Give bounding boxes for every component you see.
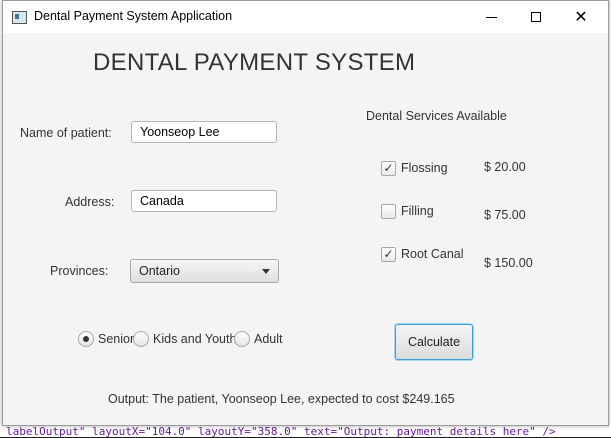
- close-button[interactable]: ✕: [558, 1, 604, 33]
- province-select-value: Ontario: [139, 264, 180, 278]
- check-icon: ✓: [383, 247, 394, 261]
- address-field[interactable]: Canada: [131, 190, 277, 212]
- minimize-button[interactable]: [468, 1, 514, 33]
- services-header: Dental Services Available: [366, 109, 507, 123]
- name-label: Name of patient:: [20, 126, 112, 140]
- province-select[interactable]: Ontario: [130, 259, 279, 283]
- flossing-checkbox[interactable]: ✓: [381, 161, 396, 176]
- filling-checkbox[interactable]: [381, 204, 396, 219]
- page-title: DENTAL PAYMENT SYSTEM: [93, 49, 416, 76]
- radio-adult-label[interactable]: Adult: [254, 332, 283, 346]
- close-icon: ✕: [574, 7, 588, 26]
- radio-adult[interactable]: [234, 331, 250, 347]
- app-icon: [12, 11, 27, 24]
- app-window: Dental Payment System Application ✕ DENT…: [2, 0, 609, 426]
- window-title: Dental Payment System Application: [34, 9, 233, 23]
- filling-label[interactable]: Filling: [401, 204, 434, 218]
- output-label: Output: The patient, Yoonseop Lee, expec…: [108, 392, 455, 406]
- title-bar: Dental Payment System Application ✕: [3, 1, 608, 33]
- root-canal-price: $ 150.00: [484, 256, 533, 270]
- check-icon: ✓: [383, 161, 394, 175]
- flossing-label[interactable]: Flossing: [401, 161, 448, 175]
- minimize-icon: [485, 16, 497, 18]
- background-code-line: labelOutput" layoutX="104.0" layoutY="35…: [6, 425, 556, 438]
- calculate-button[interactable]: Calculate: [395, 324, 473, 360]
- radio-kids-youth-label[interactable]: Kids and Youth: [153, 332, 236, 346]
- chevron-down-icon: [262, 269, 270, 274]
- maximize-icon: [531, 12, 541, 22]
- name-field[interactable]: Yoonseop Lee: [131, 121, 277, 143]
- maximize-button[interactable]: [513, 1, 559, 33]
- radio-kids-youth[interactable]: [133, 331, 149, 347]
- address-label: Address:: [65, 195, 115, 209]
- radio-senior[interactable]: [78, 331, 94, 347]
- root-canal-label[interactable]: Root Canal: [401, 247, 464, 261]
- filling-price: $ 75.00: [484, 208, 526, 222]
- radio-senior-label[interactable]: Senior: [98, 332, 134, 346]
- root-canal-checkbox[interactable]: ✓: [381, 247, 396, 262]
- province-label: Provinces:: [50, 264, 109, 278]
- flossing-price: $ 20.00: [484, 160, 526, 174]
